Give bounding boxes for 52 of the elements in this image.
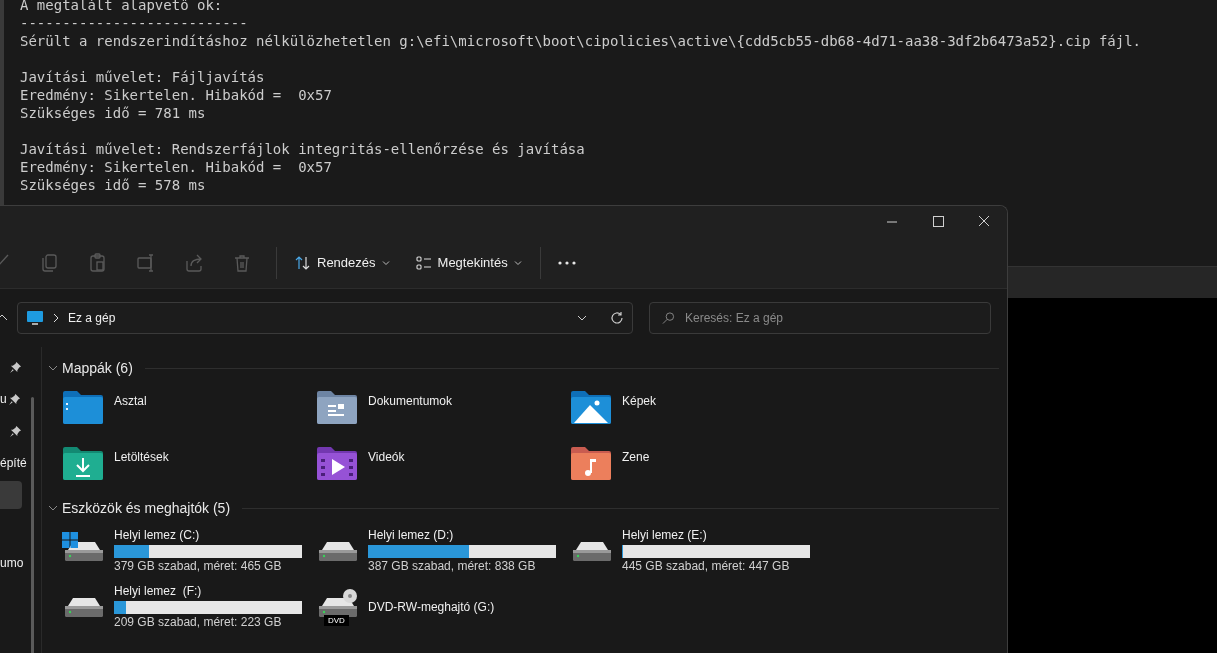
sidebar-item[interactable]: építé — [0, 449, 27, 477]
view-icon — [415, 256, 432, 270]
section-header[interactable]: Mappák (6) — [62, 357, 133, 379]
search-field[interactable]: Keresés: Ez a gép — [649, 302, 991, 334]
address-bar[interactable]: Ez a gép — [17, 302, 633, 334]
drive-tile[interactable]: Helyi lemez (E:) 445 GB szabad, méret: 447 GB — [570, 527, 824, 583]
terminal-line: --------------------------- — [20, 14, 249, 32]
terminal-line: Szükséges idő = 578 ms — [20, 176, 207, 194]
terminal-line: Szükséges idő = 781 ms — [20, 104, 207, 122]
videos-folder-icon — [316, 445, 358, 481]
pictures-folder-icon — [570, 389, 612, 425]
documents-folder-icon — [316, 389, 358, 425]
system-drive-icon — [62, 532, 106, 564]
drive-tile[interactable]: Helyi lemez (F:) 209 GB szabad, méret: 223 GB — [62, 583, 316, 639]
pin-icon[interactable] — [8, 393, 20, 405]
sort-button[interactable]: Rendezés — [287, 246, 398, 280]
folder-tile[interactable]: Letöltések — [62, 439, 316, 495]
folder-tile[interactable]: Dokumentumok — [316, 383, 570, 439]
sidebar-item[interactable]: umo — [0, 549, 24, 577]
terminal-line: Eredmény: Sikertelen. Hibakód = 0x57 — [20, 86, 333, 104]
folder-tile[interactable]: Videók — [316, 439, 570, 495]
sidebar-item[interactable]: u — [0, 385, 20, 413]
folder-tile[interactable]: Asztal — [62, 383, 316, 439]
view-button[interactable]: Megtekintés — [407, 246, 530, 280]
terminal-line: Sérült a rendszerindításhoz nélkülözhetetlen g:\efi\microsoft\boot\cipolicies\active\{cdd5cb55-db68-4d71-aa38-3df2b6473a52}.cip fájl. — [20, 32, 1143, 50]
dvd-label: DVD — [324, 615, 349, 626]
terminal-line: Javítási művelet: Rendszerfájlok integritás-ellenőrzése és javítása — [20, 140, 586, 158]
desktop-folder-icon — [62, 389, 104, 425]
terminal-line: Javítási művelet: Fájljavítás — [20, 68, 266, 86]
pin-icon[interactable] — [10, 361, 21, 373]
address-location: Ez a gép — [68, 310, 116, 327]
section-header[interactable]: Eszközök és meghajtók (5) — [62, 497, 231, 519]
caret-icon — [513, 259, 522, 267]
downloads-folder-icon — [62, 445, 104, 481]
chevron-down-icon[interactable] — [48, 503, 58, 513]
dvd-drive-icon — [316, 588, 360, 620]
pin-icon[interactable] — [10, 425, 21, 437]
refresh-icon[interactable] — [610, 311, 624, 325]
chevron-right-icon — [52, 313, 60, 323]
chevron-down-icon[interactable] — [48, 363, 58, 373]
drive-tile[interactable]: Helyi lemez (D:) 387 GB szabad, méret: 838 GB — [316, 527, 570, 583]
sort-icon — [295, 255, 311, 271]
terminal-line: Eredmény: Sikertelen. Hibakód = 0x57 — [20, 158, 333, 176]
search-icon — [662, 311, 675, 325]
folder-tile[interactable]: Zene — [570, 439, 824, 495]
music-folder-icon — [570, 445, 612, 481]
search-input[interactable]: Keresés: Ez a gép — [685, 309, 978, 327]
folder-tile[interactable]: Képek — [570, 383, 824, 439]
drive-tile[interactable]: Helyi lemez (C:) 379 GB szabad, méret: 465 GB — [62, 527, 316, 583]
caret-icon — [381, 259, 390, 267]
drive-tile[interactable]: DVD DVD-RW-meghajtó (G:) — [316, 583, 570, 639]
computer-icon — [26, 310, 44, 326]
